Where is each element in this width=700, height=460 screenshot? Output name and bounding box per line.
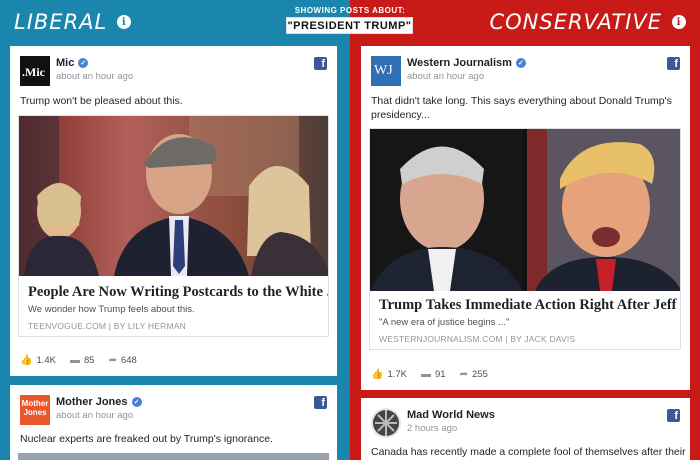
link-image[interactable] (18, 453, 329, 460)
post-card: Mad World News 2 hours ago f Canada has … (361, 398, 690, 460)
post-time[interactable]: about an hour ago (56, 71, 133, 82)
facebook-icon[interactable]: f (314, 396, 327, 409)
globe-icon (373, 410, 399, 436)
link-description: We wonder how Trump feels about this. (28, 304, 195, 315)
share-icon: ➦ (108, 355, 117, 366)
link-title[interactable]: People Are Now Writing Postcards to the … (28, 284, 328, 301)
post-time[interactable]: about an hour ago (407, 71, 484, 82)
link-image[interactable] (370, 129, 680, 291)
post-text: Trump won't be pleased about this. (20, 95, 183, 107)
link-domain: WESTERNJOURNALISM.COM | BY JACK DAVIS (379, 334, 576, 344)
verified-icon: ✓ (515, 58, 526, 68)
like-icon: 👍 (371, 369, 384, 380)
source-name[interactable]: Mic ✓ (56, 57, 89, 69)
comment-icon: ▬ (70, 355, 80, 366)
comment-icon: ▬ (421, 369, 431, 380)
comment-count[interactable]: ▬ 91 (421, 369, 446, 380)
link-preview[interactable]: People Are Now Writing Postcards to the … (18, 115, 329, 337)
like-icon: 👍 (20, 355, 33, 366)
post-card: Mother Jones Mother Jones ✓ about an hou… (10, 385, 337, 460)
info-icon[interactable]: i (672, 15, 686, 29)
post-text: That didn't take long. This says everyth… (371, 95, 672, 121)
share-count[interactable]: ➦ 648 (109, 355, 137, 366)
link-description: "A new era of justice begins ..." (379, 317, 510, 328)
source-avatar[interactable] (371, 408, 401, 438)
engagement-stats: 👍 1.7K ▬ 91 ➦ 255 (371, 369, 488, 380)
facebook-icon[interactable]: f (314, 57, 327, 70)
comment-count[interactable]: ▬ 85 (70, 355, 95, 366)
like-count[interactable]: 👍 1.7K (371, 369, 407, 380)
post-time[interactable]: 2 hours ago (407, 423, 457, 434)
share-icon: ➦ (459, 369, 468, 380)
link-preview[interactable]: Trump Takes Immediate Action Right After… (369, 128, 681, 350)
topic-label[interactable]: "PRESIDENT TRUMP" (286, 17, 413, 34)
topic-caption: SHOWING POSTS ABOUT: (294, 6, 406, 15)
post-card: .Mic Mic ✓ about an hour ago f Trump won… (10, 46, 337, 376)
source-avatar[interactable]: .Mic (20, 56, 50, 86)
like-count[interactable]: 👍 1.4K (20, 355, 56, 366)
verified-icon: ✓ (131, 397, 142, 407)
engagement-stats: 👍 1.4K ▬ 85 ➦ 648 (20, 355, 137, 366)
photo-crowd (19, 116, 328, 276)
facebook-icon[interactable]: f (667, 57, 680, 70)
share-count[interactable]: ➦ 255 (460, 369, 488, 380)
post-time[interactable]: about an hour ago (56, 410, 133, 421)
post-card: WJ Western Journalism ✓ about an hour ag… (361, 46, 690, 390)
source-avatar[interactable]: WJ (371, 56, 401, 86)
photo-portraits (370, 129, 680, 291)
post-text: Nuclear experts are freaked out by Trump… (20, 433, 273, 445)
source-name[interactable]: Mad World News (407, 409, 495, 421)
source-name[interactable]: Western Journalism ✓ (407, 57, 526, 69)
facebook-icon[interactable]: f (667, 409, 680, 422)
link-title[interactable]: Trump Takes Immediate Action Right After… (379, 297, 680, 314)
info-icon[interactable]: i (117, 15, 132, 29)
source-name[interactable]: Mother Jones ✓ (56, 396, 142, 408)
post-text: Canada has recently made a complete fool… (371, 446, 686, 458)
link-domain: TEENVOGUE.COM | BY LILY HERMAN (28, 321, 186, 331)
source-avatar[interactable]: Mother Jones (20, 395, 50, 425)
verified-icon: ✓ (78, 58, 89, 68)
link-image[interactable] (19, 116, 328, 276)
